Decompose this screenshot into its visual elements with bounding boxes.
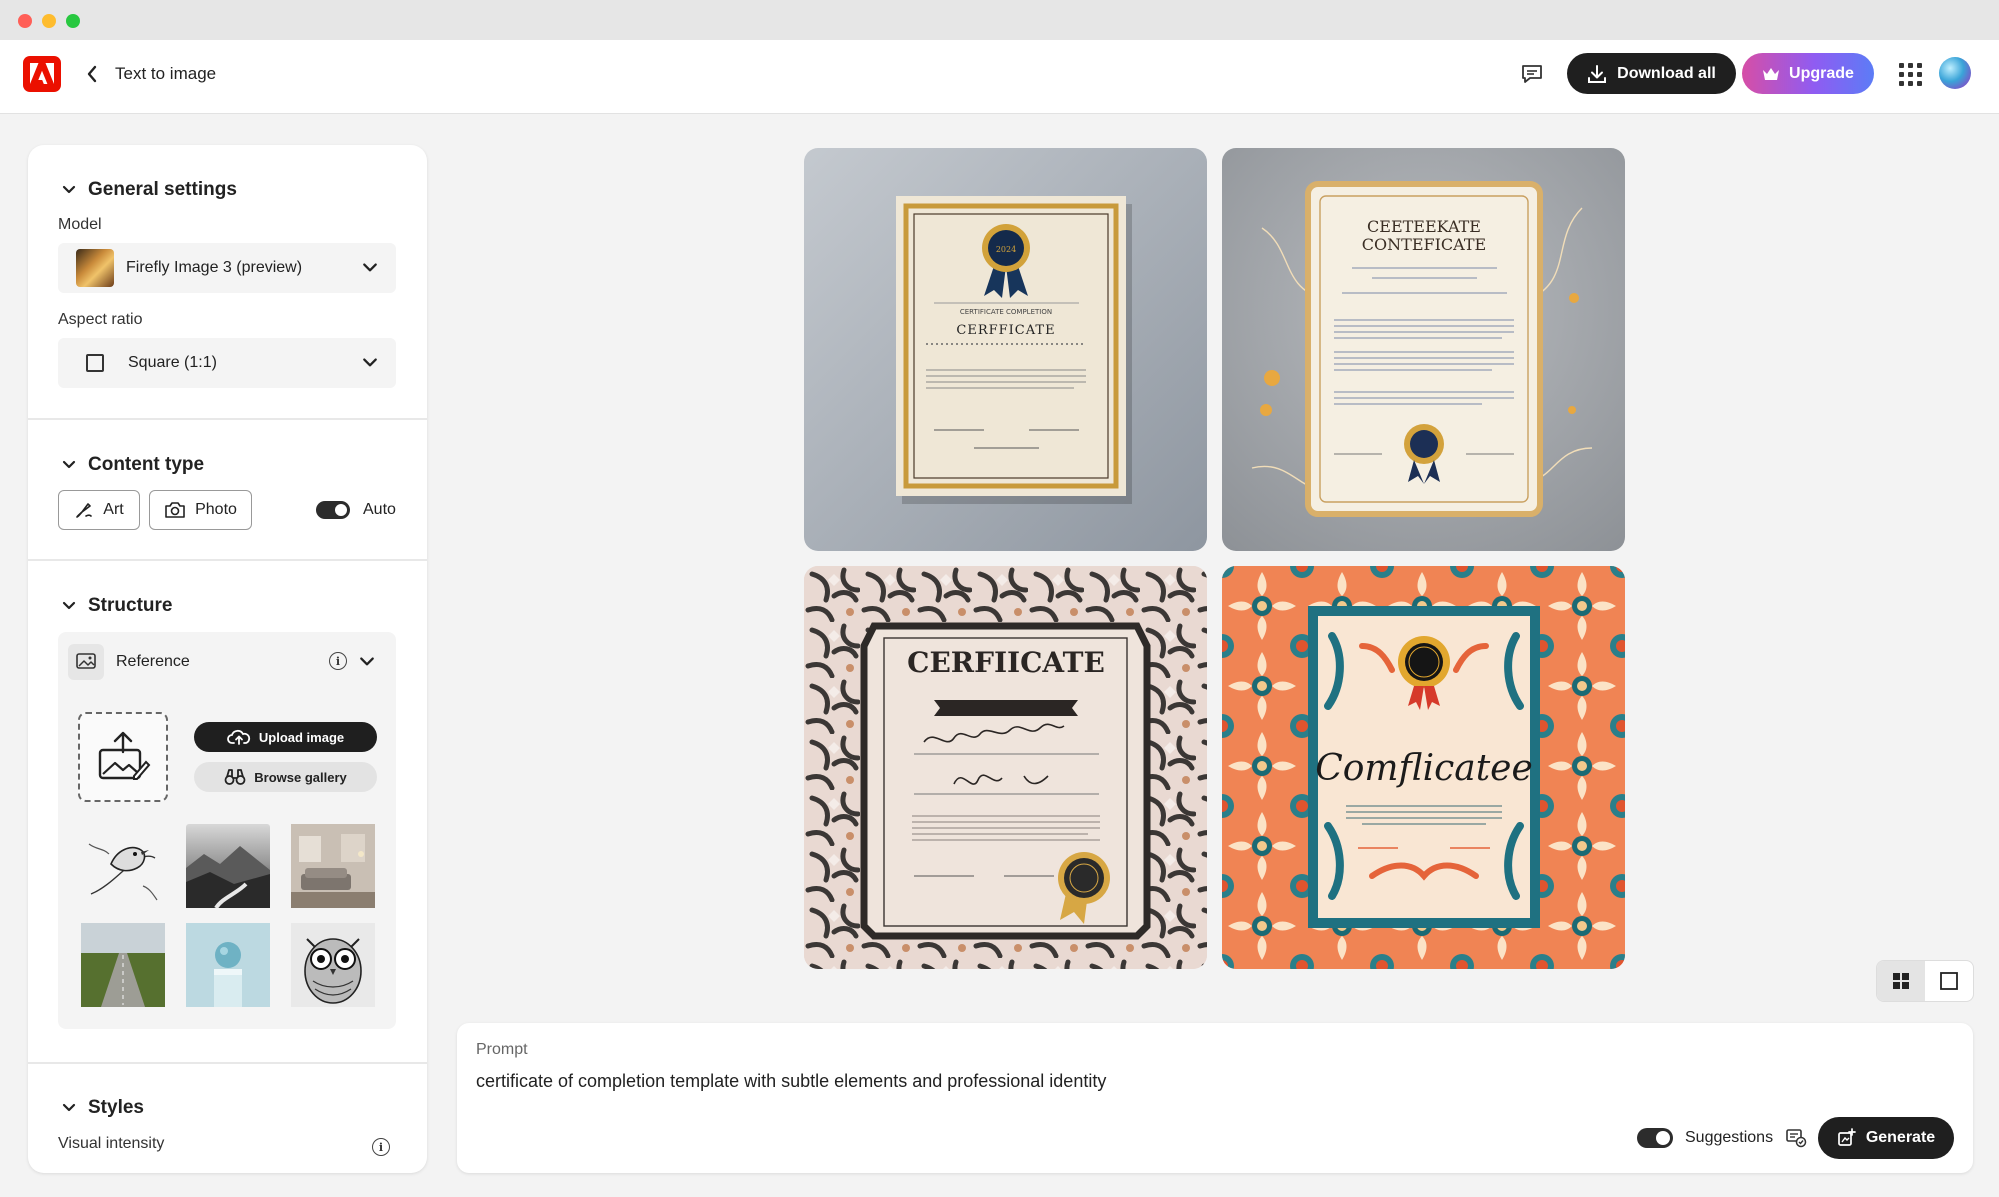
info-icon[interactable]: i xyxy=(329,652,347,670)
upload-image-button[interactable]: Upload image xyxy=(194,722,377,752)
art-button[interactable]: Art xyxy=(58,490,140,530)
chevron-down-icon[interactable] xyxy=(359,654,375,670)
upgrade-button[interactable]: Upgrade xyxy=(1742,53,1874,94)
suggestions-toggle[interactable] xyxy=(1637,1128,1673,1148)
apps-grid-icon[interactable] xyxy=(1896,60,1924,88)
auto-toggle[interactable] xyxy=(316,501,350,519)
chevron-down-icon xyxy=(62,601,76,610)
generate-button[interactable]: Generate xyxy=(1818,1117,1954,1159)
settings-panel: General settings Model Firefly Image 3 (… xyxy=(28,145,427,1173)
info-icon[interactable]: i xyxy=(372,1138,390,1156)
generated-image-2[interactable]: CEETEEKATE CONTEFICATE xyxy=(1222,148,1625,551)
browse-gallery-label: Browse gallery xyxy=(254,769,347,785)
aspect-ratio-label: Aspect ratio xyxy=(58,311,143,328)
image-1-title: CERFFICATE xyxy=(956,323,1055,338)
styles-header[interactable]: Styles xyxy=(62,1097,144,1119)
auto-label: Auto xyxy=(363,501,396,518)
user-avatar[interactable] xyxy=(1939,57,1971,89)
chevron-down-icon xyxy=(62,185,76,194)
thumbnail-living-room[interactable] xyxy=(291,824,375,908)
thumbnail-bird-sketch[interactable] xyxy=(81,824,165,908)
prompt-panel: Prompt certificate of completion templat… xyxy=(457,1023,1973,1173)
chevron-down-icon xyxy=(62,460,76,469)
section-divider xyxy=(28,1062,427,1064)
maximize-window-button[interactable] xyxy=(66,14,80,28)
content-type-header[interactable]: Content type xyxy=(62,454,204,476)
generate-label: Generate xyxy=(1865,1129,1936,1146)
image-drop-zone[interactable] xyxy=(78,712,168,802)
model-thumbnail xyxy=(76,249,114,287)
general-settings-header[interactable]: General settings xyxy=(62,179,237,201)
thumbnail-green-field-road[interactable] xyxy=(81,923,165,1007)
image-1-subtitle: CERTIFICATE COMPLETION xyxy=(960,308,1052,316)
download-all-button[interactable]: Download all xyxy=(1567,53,1736,94)
section-divider xyxy=(28,559,427,561)
crown-icon xyxy=(1763,67,1780,80)
single-view-button[interactable] xyxy=(1925,961,1973,1001)
grid-view-button[interactable] xyxy=(1877,961,1925,1001)
binoculars-icon xyxy=(224,769,246,785)
adobe-logo-icon[interactable] xyxy=(23,56,61,92)
thumbnail-owl-sketch[interactable] xyxy=(291,923,375,1007)
thumbnail-sphere-on-block[interactable] xyxy=(186,923,270,1007)
view-mode-toggle xyxy=(1876,960,1974,1002)
window-titlebar xyxy=(0,0,1999,40)
image-2-title-line2: CONTEFICATE xyxy=(1362,235,1486,254)
minimize-window-button[interactable] xyxy=(42,14,56,28)
back-arrow-icon[interactable] xyxy=(82,60,102,88)
close-window-button[interactable] xyxy=(18,14,32,28)
section-divider xyxy=(28,418,427,420)
single-view-icon xyxy=(1940,972,1958,990)
chevron-down-icon xyxy=(363,358,377,367)
image-3-title: CERFIICATE xyxy=(907,646,1105,679)
suggestions-settings-icon[interactable] xyxy=(1785,1128,1807,1148)
structure-reference-box: Reference i Upload image Browse gallery xyxy=(58,632,396,1029)
structure-header[interactable]: Structure xyxy=(62,595,172,617)
photo-label: Photo xyxy=(195,501,237,518)
browse-gallery-button[interactable]: Browse gallery xyxy=(194,762,377,792)
suggestions-label: Suggestions xyxy=(1685,1129,1774,1146)
generated-image-1[interactable]: 2024 CERTIFICATE COMPLETION CERFFICATE xyxy=(804,148,1207,551)
generated-image-4[interactable]: Comflicatee xyxy=(1222,566,1625,969)
content-type-title: Content type xyxy=(88,454,205,475)
suggestions-group: Suggestions xyxy=(1637,1128,1807,1148)
upgrade-label: Upgrade xyxy=(1789,64,1854,82)
generated-image-3[interactable]: CERFIICATE xyxy=(804,566,1207,969)
camera-icon xyxy=(165,502,185,518)
visual-intensity-label: Visual intensity xyxy=(58,1135,165,1152)
square-ratio-icon xyxy=(86,354,104,372)
art-label: Art xyxy=(103,501,124,518)
general-settings-title: General settings xyxy=(88,179,237,200)
seal-text: 2024 xyxy=(996,245,1016,254)
aspect-ratio-select[interactable]: Square (1:1) xyxy=(58,338,396,388)
prompt-label: Prompt xyxy=(476,1041,528,1058)
chevron-down-icon xyxy=(363,263,377,272)
reference-label: Reference xyxy=(116,653,190,670)
aspect-ratio-value: Square (1:1) xyxy=(128,354,217,371)
model-label: Model xyxy=(58,216,102,233)
feedback-chat-icon[interactable] xyxy=(1518,60,1546,88)
grid-view-icon xyxy=(1893,973,1909,989)
page-title: Text to image xyxy=(115,64,217,83)
image-4-title: Comflicatee xyxy=(1315,748,1533,789)
art-brush-icon xyxy=(76,503,93,518)
reference-image-icon xyxy=(68,644,104,680)
upload-image-label: Upload image xyxy=(258,729,345,745)
styles-title: Styles xyxy=(88,1097,144,1118)
model-select[interactable]: Firefly Image 3 (preview) xyxy=(58,243,396,293)
auto-toggle-group: Auto xyxy=(316,501,396,519)
cloud-upload-icon xyxy=(226,729,250,745)
model-value: Firefly Image 3 (preview) xyxy=(126,259,303,276)
app-header: Text to image Download all Upgrade xyxy=(0,40,1999,114)
download-all-label: Download all xyxy=(1617,64,1716,82)
chevron-down-icon xyxy=(62,1103,76,1112)
generate-sparkle-icon xyxy=(1837,1128,1856,1146)
image-upload-icon xyxy=(98,731,151,780)
prompt-input[interactable]: certificate of completion template with … xyxy=(476,1071,1106,1092)
photo-button[interactable]: Photo xyxy=(149,490,252,530)
image-2-title: CEETEEKATE xyxy=(1367,217,1481,236)
thumbnail-mountain-river[interactable] xyxy=(186,824,270,910)
download-icon xyxy=(1588,64,1607,83)
structure-title: Structure xyxy=(88,595,173,616)
